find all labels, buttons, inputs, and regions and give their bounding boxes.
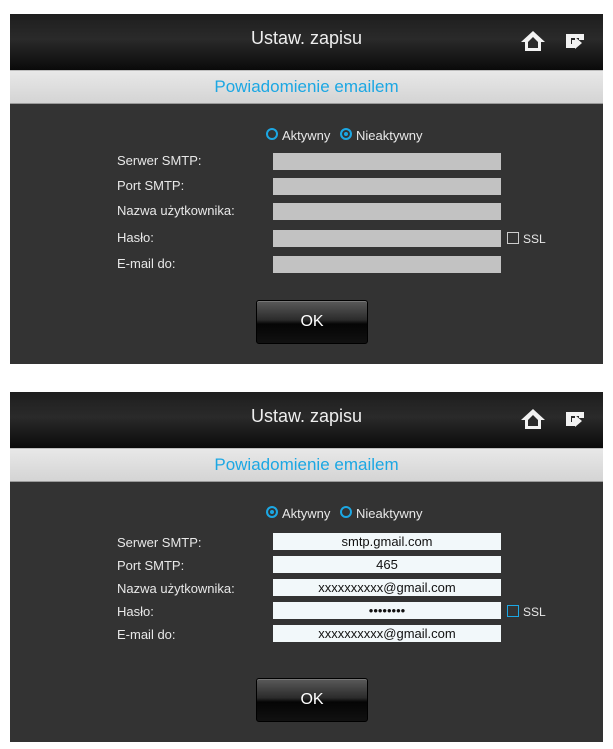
- section-title: Powiadomienie emailem: [214, 455, 399, 474]
- radio-inactive-label: Nieaktywny: [356, 505, 423, 521]
- ok-button[interactable]: OK: [256, 300, 368, 344]
- ok-button[interactable]: OK: [256, 678, 368, 722]
- email-to-label: E-mail do:: [117, 256, 176, 271]
- ssl-label: SSL: [523, 231, 546, 246]
- screen-title: Ustaw. zapisu: [250, 28, 363, 48]
- radio-active[interactable]: Aktywny: [266, 505, 336, 521]
- radio-circle-icon: [340, 506, 353, 519]
- smtp-port-label: Port SMTP:: [117, 178, 185, 193]
- radio-selected-icon: [266, 506, 278, 519]
- smtp-port-label: Port SMTP:: [117, 558, 185, 573]
- radio-inactive[interactable]: Nieaktywny: [340, 127, 428, 143]
- ssl-checkbox[interactable]: SSL: [507, 604, 546, 619]
- smtp-server-input[interactable]: [273, 533, 501, 550]
- section-header: Powiadomienie emailem: [10, 70, 603, 104]
- smtp-server-input[interactable]: [273, 153, 501, 170]
- radio-active[interactable]: Aktywny: [266, 127, 336, 143]
- password-input[interactable]: [273, 230, 501, 247]
- status-radio-group: Aktywny Nieaktywny: [266, 126, 429, 144]
- radio-selected-icon: [340, 128, 353, 141]
- username-input[interactable]: [273, 579, 501, 596]
- email-to-input[interactable]: [273, 256, 501, 273]
- title-bar: Ustaw. zapisu: [10, 14, 603, 70]
- exit-icon[interactable]: [564, 31, 586, 51]
- ssl-label: SSL: [523, 604, 546, 619]
- username-label: Nazwa użytkownika:: [117, 581, 235, 596]
- screen-title: Ustaw. zapisu: [250, 406, 363, 426]
- radio-active-label: Aktywny: [282, 127, 331, 143]
- password-label: Hasło:: [117, 604, 154, 619]
- smtp-port-input[interactable]: [273, 178, 501, 195]
- ssl-checkbox[interactable]: SSL: [507, 231, 546, 246]
- smtp-port-input[interactable]: [273, 556, 501, 573]
- radio-active-label: Aktywny: [282, 505, 331, 521]
- email-to-label: E-mail do:: [117, 627, 176, 642]
- email-to-input[interactable]: [273, 625, 501, 642]
- username-label: Nazwa użytkownika:: [117, 203, 235, 218]
- smtp-server-label: Serwer SMTP:: [117, 535, 202, 550]
- section-header: Powiadomienie emailem: [10, 448, 603, 482]
- settings-screen-active: Ustaw. zapisu Powiadomienie emailem Akty…: [10, 392, 603, 742]
- checkbox-icon: [507, 231, 519, 244]
- exit-icon[interactable]: [564, 409, 586, 429]
- password-input[interactable]: [273, 602, 501, 619]
- status-radio-group: Aktywny Nieaktywny: [266, 504, 429, 522]
- settings-screen-inactive: Ustaw. zapisu Powiadomienie emailem Akty…: [10, 14, 603, 364]
- title-bar: Ustaw. zapisu: [10, 392, 603, 448]
- username-input[interactable]: [273, 203, 501, 220]
- radio-inactive[interactable]: Nieaktywny: [340, 505, 428, 521]
- smtp-server-label: Serwer SMTP:: [117, 153, 202, 168]
- password-label: Hasło:: [117, 230, 154, 245]
- home-icon[interactable]: [520, 408, 546, 430]
- radio-inactive-label: Nieaktywny: [356, 127, 423, 143]
- home-icon[interactable]: [520, 30, 546, 52]
- checkbox-icon: [507, 604, 519, 617]
- radio-circle-icon: [266, 128, 278, 141]
- section-title: Powiadomienie emailem: [214, 77, 399, 96]
